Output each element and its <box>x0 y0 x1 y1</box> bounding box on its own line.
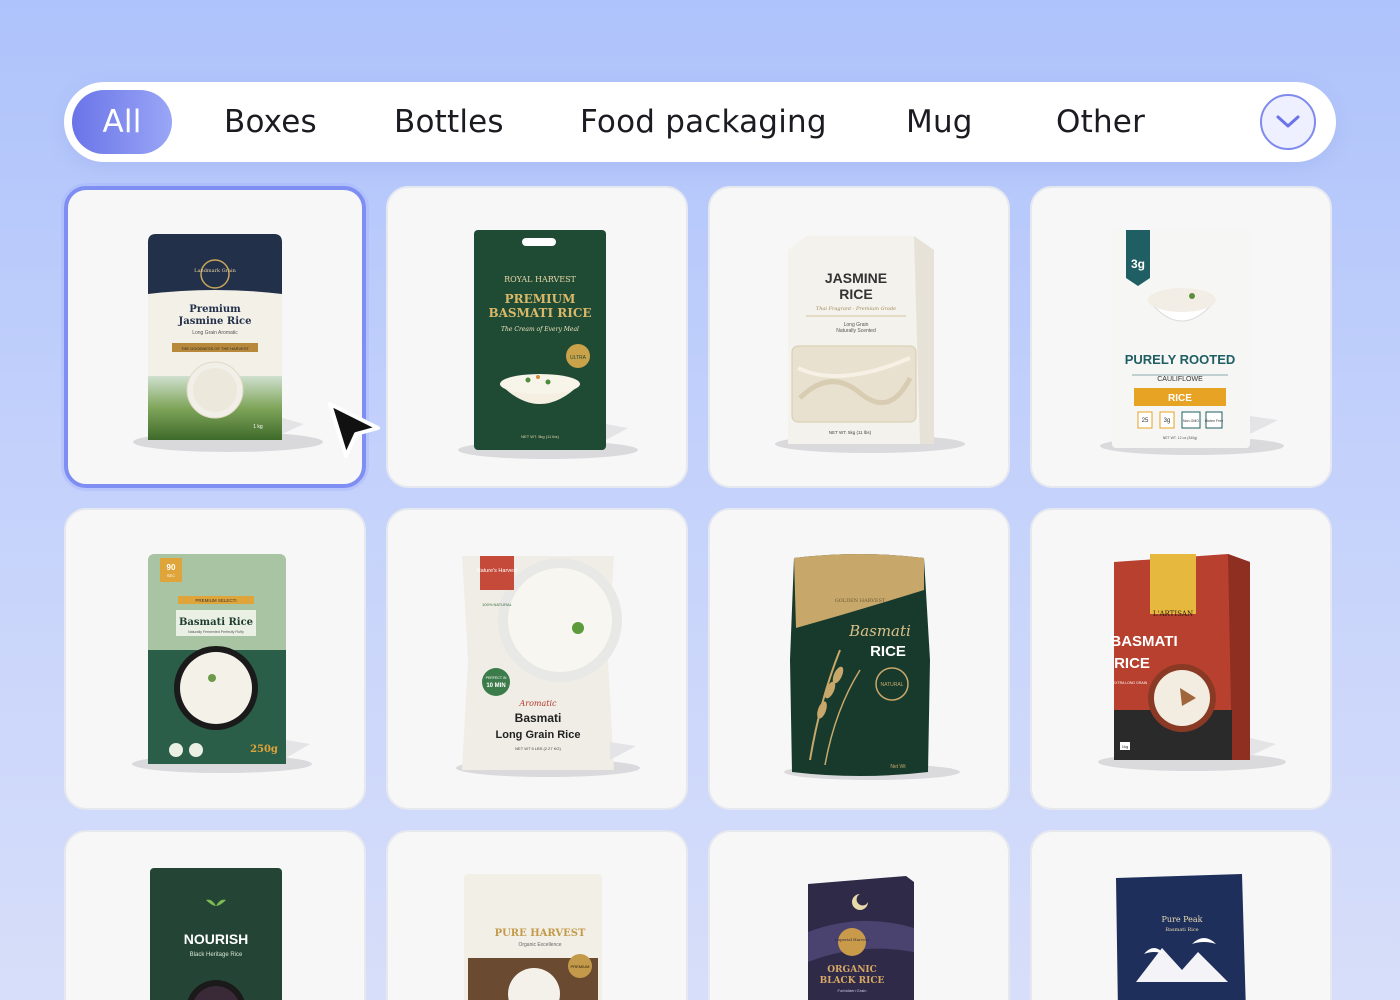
pouch-mockup: L'ARTISAN BASMATI RICE EXTRA LONG GRAIN … <box>1098 554 1286 771</box>
chevron-down-icon <box>1276 115 1300 128</box>
product-card-pure-peak-basmati[interactable]: Pure Peak Basmati Rice <box>1030 830 1332 1000</box>
mouse-pointer-icon <box>328 402 380 458</box>
filter-chip-food-packaging[interactable]: Food packaging <box>580 90 827 154</box>
brand-text: GOLDEN HARVEST <box>835 598 886 604</box>
title-line-2: RICE <box>1114 655 1150 672</box>
net-weight-text: NET WT 5 LBS (2.27 KG) <box>515 746 561 751</box>
pouch-mockup: Pure Peak Basmati Rice <box>1116 874 1246 1000</box>
pouch-mockup: Nature's Harvest 100% NATURAL PERFECT IN… <box>456 556 640 777</box>
subtitle: Thai Fragrant · Premium Grade <box>816 306 896 312</box>
title-line-1: Basmati <box>515 711 562 725</box>
product-card-nourish-black-rice[interactable]: NOURISH Black Heritage Rice <box>64 830 366 1000</box>
pouch-mockup: PURE HARVEST Organic Excellence PREMIUM <box>464 874 602 1000</box>
brand-text: Landmark Grain <box>194 268 236 274</box>
product-card-basmati-rice-250g[interactable]: 90 SEC PREMIUM SELECTI Basmati Rice Natu… <box>64 508 366 810</box>
title-line-1: JASMINE <box>825 270 887 286</box>
product-card-pure-harvest[interactable]: PURE HARVEST Organic Excellence PREMIUM <box>386 830 688 1000</box>
filter-chip-bottles[interactable]: Bottles <box>394 90 504 154</box>
title: NOURISH <box>184 931 249 947</box>
title: Pure Peak <box>1161 915 1202 924</box>
filter-chip-other[interactable]: Other <box>1056 90 1145 154</box>
subtitle: Long Grain Aromatic <box>192 330 238 336</box>
ribbon-text: THE GOODNESS OF THE HARVEST <box>181 346 249 351</box>
brand-text: ROYAL HARVEST <box>504 275 576 284</box>
subtitle: Organic Excellence <box>518 942 561 948</box>
title-line-3: RICE <box>1168 393 1192 404</box>
title-line-1: PURELY ROOTED <box>1125 352 1236 367</box>
detail-line-2: Naturally Scented <box>836 328 876 334</box>
net-weight-text: NET WT. 12 oz (340g) <box>1163 436 1198 440</box>
expand-filters-button[interactable] <box>1260 94 1316 150</box>
tag-text: 100% NATURAL <box>482 602 512 607</box>
title-line-1: ORGANIC <box>827 965 877 975</box>
badge-unit: SEC <box>167 573 175 578</box>
title-line-1: Premium <box>189 304 241 315</box>
title-line-2: RICE <box>839 286 872 302</box>
fact-4: Gluten Free <box>1205 419 1224 423</box>
title-line-2: BASMATI RICE <box>488 306 591 320</box>
badge-text: 90 <box>167 563 176 572</box>
title-line-1: PREMIUM <box>505 292 576 306</box>
bag-mockup: JASMINE RICE Thai Fragrant · Premium Gra… <box>775 236 965 453</box>
ribbon-text: PREMIUM SELECTI <box>195 598 236 603</box>
title-line-2: Jasmine Rice <box>178 316 252 327</box>
pouch-mockup: Imperial Harvest ORGANIC BLACK RICE Forb… <box>808 876 914 1000</box>
pouch-mockup: NOURISH Black Heritage Rice <box>150 868 282 1000</box>
brand-text: L'ARTISAN <box>1153 610 1193 618</box>
net-weight-text: NET WT. 5kg (11 lbs) <box>829 430 872 435</box>
badge-text: NATURAL <box>881 682 904 688</box>
brand-text: Imperial Harvest <box>835 937 870 942</box>
badge-text: PREMIUM <box>571 964 590 969</box>
script-text: Aromatic <box>518 699 557 708</box>
subtitle: Basmati Rice <box>1165 927 1198 933</box>
category-filter-bar: All Boxes Bottles Food packaging Mug Oth… <box>64 82 1336 162</box>
sack-mockup: GOLDEN HARVEST Basmati RICE NATURAL Net … <box>784 554 960 780</box>
title-line-2: RICE <box>870 643 906 660</box>
fact-2: 3g <box>1164 418 1171 424</box>
filter-chip-boxes[interactable]: Boxes <box>224 90 317 154</box>
subtitle: Black Heritage Rice <box>190 952 243 958</box>
weight-text: 1 kg <box>253 424 263 430</box>
brand-text: Nature's Harvest <box>477 568 518 574</box>
product-card-premium-jasmine-rice[interactable]: Landmark Grain Premium Jasmine Rice Long… <box>64 186 366 488</box>
filter-chip-all[interactable]: All <box>72 90 172 154</box>
pouch-mockup: 90 SEC PREMIUM SELECTI Basmati Rice Natu… <box>132 554 312 773</box>
badge-text: ULTRA <box>570 355 587 361</box>
filter-chip-mug[interactable]: Mug <box>906 90 973 154</box>
product-card-jasmine-rice[interactable]: JASMINE RICE Thai Fragrant · Premium Gra… <box>708 186 1010 488</box>
product-card-imperial-harvest-black-rice[interactable]: Imperial Harvest ORGANIC BLACK RICE Forb… <box>708 830 1010 1000</box>
title-line-1: Basmati <box>848 622 911 640</box>
product-card-lartisan-basmati[interactable]: L'ARTISAN BASMATI RICE EXTRA LONG GRAIN … <box>1030 508 1332 810</box>
subtitle: Forbidden Grain <box>838 988 867 993</box>
time-label: PERFECT IN <box>486 676 507 680</box>
product-card-natures-harvest-basmati[interactable]: Nature's Harvest 100% NATURAL PERFECT IN… <box>386 508 688 810</box>
fact-3: Non-GMO <box>1183 419 1199 423</box>
title-line-2: BLACK RICE <box>820 976 885 986</box>
net-weight-text: Net Wt <box>890 764 906 770</box>
subtitle: The Cream of Every Meal <box>501 326 579 333</box>
title: Basmati Rice <box>179 617 253 628</box>
title-line-1: BASMATI <box>1110 633 1177 650</box>
product-card-purely-rooted-cauliflower-rice[interactable]: 3g PURELY ROOTED CAULIFLOWE RICE 25 3g N… <box>1030 186 1332 488</box>
title-line-2: Long Grain Rice <box>496 729 581 741</box>
weight-text: 1kg <box>1122 744 1128 749</box>
net-weight-text: NET WT. 5kg (11 lbs) <box>521 434 559 439</box>
badge-text: 3g <box>1131 257 1145 271</box>
product-card-golden-harvest-basmati[interactable]: GOLDEN HARVEST Basmati RICE NATURAL Net … <box>708 508 1010 810</box>
weight-text: 250g <box>250 744 278 755</box>
title-line-2: CAULIFLOWE <box>1157 376 1203 383</box>
side-text: EXTRA LONG GRAIN <box>1113 681 1148 685</box>
pouch-mockup: ROYAL HARVEST PREMIUM BASMATI RICE The C… <box>458 230 638 459</box>
fact-1: 25 <box>1142 418 1149 424</box>
title: PURE HARVEST <box>495 928 586 939</box>
subtitle: Naturally Fermented Perfectly Fluffy <box>188 630 244 634</box>
pouch-mockup: 3g PURELY ROOTED CAULIFLOWE RICE 25 3g N… <box>1100 230 1284 455</box>
time-text: 10 MIN <box>486 683 505 689</box>
product-card-premium-basmati-rice[interactable]: ROYAL HARVEST PREMIUM BASMATI RICE The C… <box>386 186 688 488</box>
